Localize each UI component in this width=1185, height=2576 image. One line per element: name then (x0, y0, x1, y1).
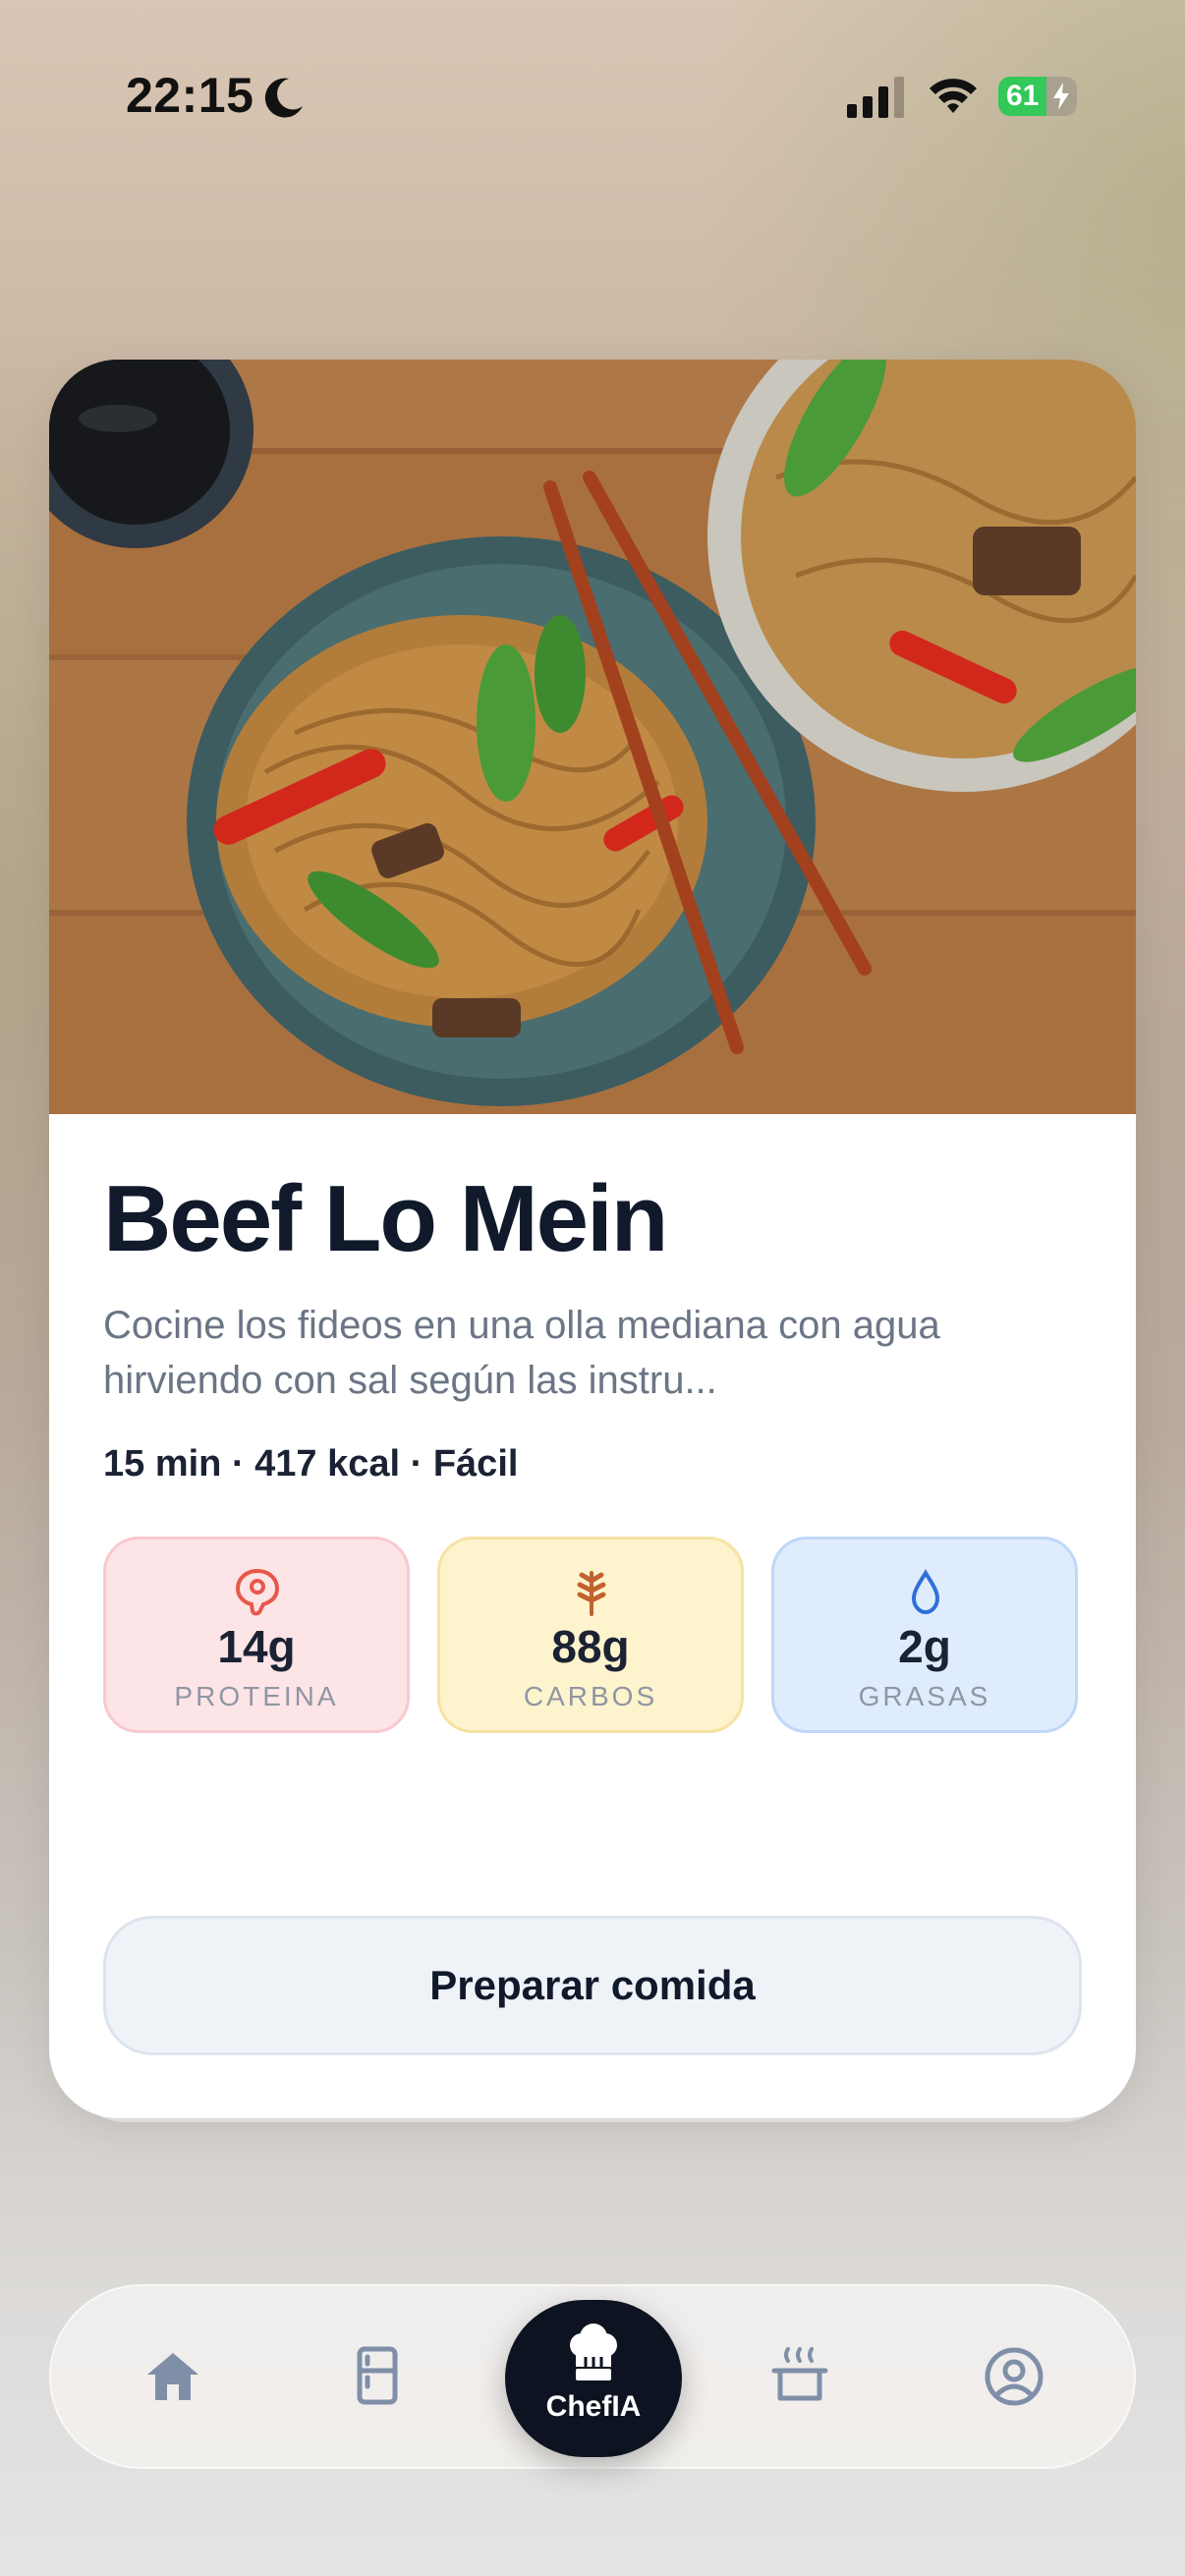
chef-hat-icon (570, 2324, 617, 2380)
macro-fat-value: 2g (898, 1621, 951, 1672)
recipe-title: Beef Lo Mein (103, 1166, 668, 1271)
recipe-meta: 15 min · 417 kcal · Fácil (103, 1443, 519, 1484)
recipe-description: Cocine los fideos en una olla mediana co… (103, 1304, 940, 1402)
status-bar: 22:15 61 (0, 0, 1185, 196)
cooking-pot-icon[interactable] (768, 2345, 831, 2408)
chefia-label: ChefIA (545, 2390, 642, 2423)
macro-fat-label: GRASAS (858, 1681, 991, 1711)
tab-bar: ChefIA (49, 2284, 1136, 2469)
beef-lo-mein-photo (49, 360, 1136, 1114)
fridge-icon[interactable] (346, 2345, 409, 2408)
drop-icon (911, 1569, 940, 1615)
charging-bolt-icon (1053, 83, 1069, 110)
macro-protein-value: 14g (217, 1621, 296, 1672)
macro-protein-label: PROTEINA (174, 1681, 339, 1711)
macro-protein: 14g PROTEINA (103, 1537, 410, 1733)
macro-fat: 2g GRASAS (771, 1537, 1078, 1733)
wifi-icon (930, 79, 977, 113)
moon-icon (264, 78, 303, 118)
prepare-meal-button[interactable]: Preparar comida (103, 1916, 1082, 2055)
home-icon[interactable] (141, 2345, 204, 2408)
wheat-icon (577, 1571, 606, 1616)
profile-icon[interactable] (983, 2345, 1045, 2408)
macro-carbs: 88g CARBOS (437, 1537, 744, 1733)
signal-icon (847, 77, 904, 118)
meat-icon (235, 1568, 280, 1616)
status-time: 22:15 (126, 68, 254, 123)
recipe-photo (49, 360, 1136, 1114)
macro-carbs-value: 88g (551, 1621, 630, 1672)
macro-carbs-label: CARBOS (523, 1681, 658, 1711)
recipe-card[interactable]: Beef Lo Mein Cocine los fideos en una ol… (49, 360, 1136, 2118)
battery-level: 61 (1006, 80, 1040, 112)
battery-icon: 61 (998, 77, 1077, 116)
chefia-button[interactable]: ChefIA (505, 2300, 682, 2457)
